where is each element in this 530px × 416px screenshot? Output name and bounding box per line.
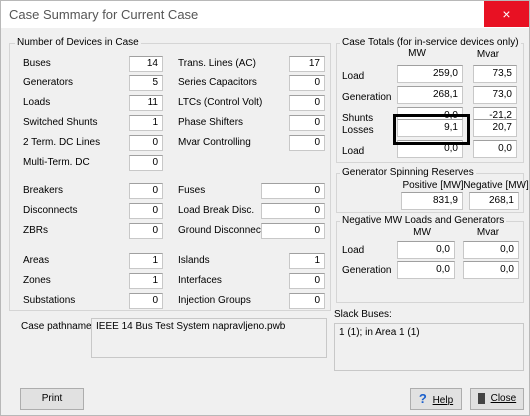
- totals-mvar: 20,7: [473, 119, 517, 137]
- totals-mvar-header: Mvar: [476, 49, 500, 60]
- device-value: 0: [261, 223, 325, 239]
- window-title: Case Summary for Current Case: [9, 7, 199, 22]
- device-value: 0: [129, 155, 163, 171]
- device-value: 0: [129, 183, 163, 199]
- device-label: Series Capacitors: [178, 77, 257, 88]
- device-value: 1: [129, 273, 163, 289]
- negative-label: Generation: [342, 265, 392, 276]
- case-totals-title: Case Totals (for in-service devices only…: [340, 37, 521, 48]
- negative-label: Load: [342, 245, 365, 256]
- device-value: 0: [129, 135, 163, 151]
- device-value: 1: [129, 253, 163, 269]
- negative-mw-header: MW: [413, 227, 431, 238]
- device-value: 0: [289, 115, 325, 131]
- device-label: Trans. Lines (AC): [178, 58, 256, 69]
- close-window-button[interactable]: ×: [484, 1, 529, 27]
- case-pathname-field: IEEE 14 Bus Test System napravljeno.pwb: [91, 318, 327, 358]
- reserves-negative-value: 268,1: [469, 192, 519, 210]
- device-value: 14: [129, 56, 163, 72]
- totals-mvar: 0,0: [473, 140, 517, 158]
- totals-mw: 268,1: [397, 86, 463, 104]
- case-pathname-value: IEEE 14 Bus Test System napravljeno.pwb: [96, 321, 286, 332]
- device-label: Buses: [23, 58, 51, 69]
- device-label: Breakers: [23, 185, 64, 196]
- case-summary-dialog: Case Summary for Current Case × Number o…: [0, 0, 530, 416]
- negative-mvar-header: Mvar: [476, 227, 500, 238]
- device-label: Multi-Term. DC: [23, 157, 90, 168]
- device-label: Phase Shifters: [178, 117, 244, 128]
- device-label: Disconnects: [23, 205, 78, 216]
- device-label: Islands: [178, 255, 210, 266]
- totals-mvar: 73,0: [473, 86, 517, 104]
- slack-buses-list[interactable]: 1 (1); in Area 1 (1): [334, 323, 524, 371]
- device-value: 5: [129, 75, 163, 91]
- losses-highlight: [393, 114, 470, 145]
- device-value: 1: [289, 253, 325, 269]
- door-icon: [477, 392, 485, 404]
- device-label: Switched Shunts: [23, 117, 98, 128]
- negative-mw-value: 0,0: [397, 241, 455, 259]
- device-label: Generators: [23, 77, 74, 88]
- totals-label: Load: [342, 71, 365, 82]
- case-pathname-label: Case pathname: [21, 321, 92, 332]
- device-label: Ground Disconnects: [178, 225, 269, 236]
- totals-label: Shunts: [342, 113, 374, 124]
- device-value: 0: [289, 273, 325, 289]
- device-value: 0: [129, 293, 163, 309]
- device-label: Zones: [23, 275, 51, 286]
- device-label: Areas: [23, 255, 50, 266]
- device-label: Mvar Controlling: [178, 137, 251, 148]
- device-value: 17: [289, 56, 325, 72]
- device-value: 0: [289, 75, 325, 91]
- device-label: ZBRs: [23, 225, 48, 236]
- device-value: 0: [261, 183, 325, 199]
- print-button[interactable]: Print: [20, 388, 84, 410]
- device-label: Interfaces: [178, 275, 222, 286]
- reserves-positive-value: 831,9: [401, 192, 463, 210]
- device-label: Load Break Disc.: [178, 205, 255, 216]
- devices-group-title: Number of Devices in Case: [15, 37, 141, 48]
- device-value: 0: [289, 95, 325, 111]
- close-label: Close: [490, 393, 517, 404]
- device-value: 1: [129, 115, 163, 131]
- spinning-reserves-title: Generator Spinning Reserves: [340, 167, 476, 178]
- device-value: 0: [289, 293, 325, 309]
- device-label: Injection Groups: [178, 295, 251, 306]
- device-label: LTCs (Control Volt): [178, 97, 263, 108]
- totals-mw-header: MW: [408, 48, 426, 59]
- totals-label: Losses: [342, 125, 374, 136]
- device-value: 0: [129, 203, 163, 219]
- device-label: Loads: [23, 97, 51, 108]
- help-button[interactable]: ? Help: [410, 388, 462, 410]
- device-label: Fuses: [178, 185, 206, 196]
- device-value: 0: [129, 223, 163, 239]
- totals-mw: 259,0: [397, 65, 463, 83]
- help-label: Help: [432, 395, 454, 406]
- device-value: 0: [289, 135, 325, 151]
- device-value: 0: [261, 203, 325, 219]
- negative-mw-value: 0,0: [397, 261, 455, 279]
- reserves-negative-header: Negative [MW]: [463, 180, 529, 191]
- totals-label: Load: [342, 146, 365, 157]
- negative-mvar-value: 0,0: [463, 241, 519, 259]
- title-bar: Case Summary for Current Case ×: [1, 1, 529, 28]
- device-label: Substations: [23, 295, 76, 306]
- totals-label: Generation: [342, 92, 392, 103]
- slack-bus-item: 1 (1); in Area 1 (1): [339, 327, 420, 338]
- device-label: 2 Term. DC Lines: [23, 137, 101, 148]
- negative-mw-title: Negative MW Loads and Generators: [340, 215, 507, 226]
- totals-mvar: 73,5: [473, 65, 517, 83]
- help-icon: ?: [418, 391, 427, 406]
- device-value: 11: [129, 95, 163, 111]
- close-button[interactable]: Close: [470, 388, 524, 410]
- slack-buses-label: Slack Buses:: [334, 309, 392, 320]
- negative-mvar-value: 0,0: [463, 261, 519, 279]
- reserves-positive-header: Positive [MW]: [402, 180, 464, 191]
